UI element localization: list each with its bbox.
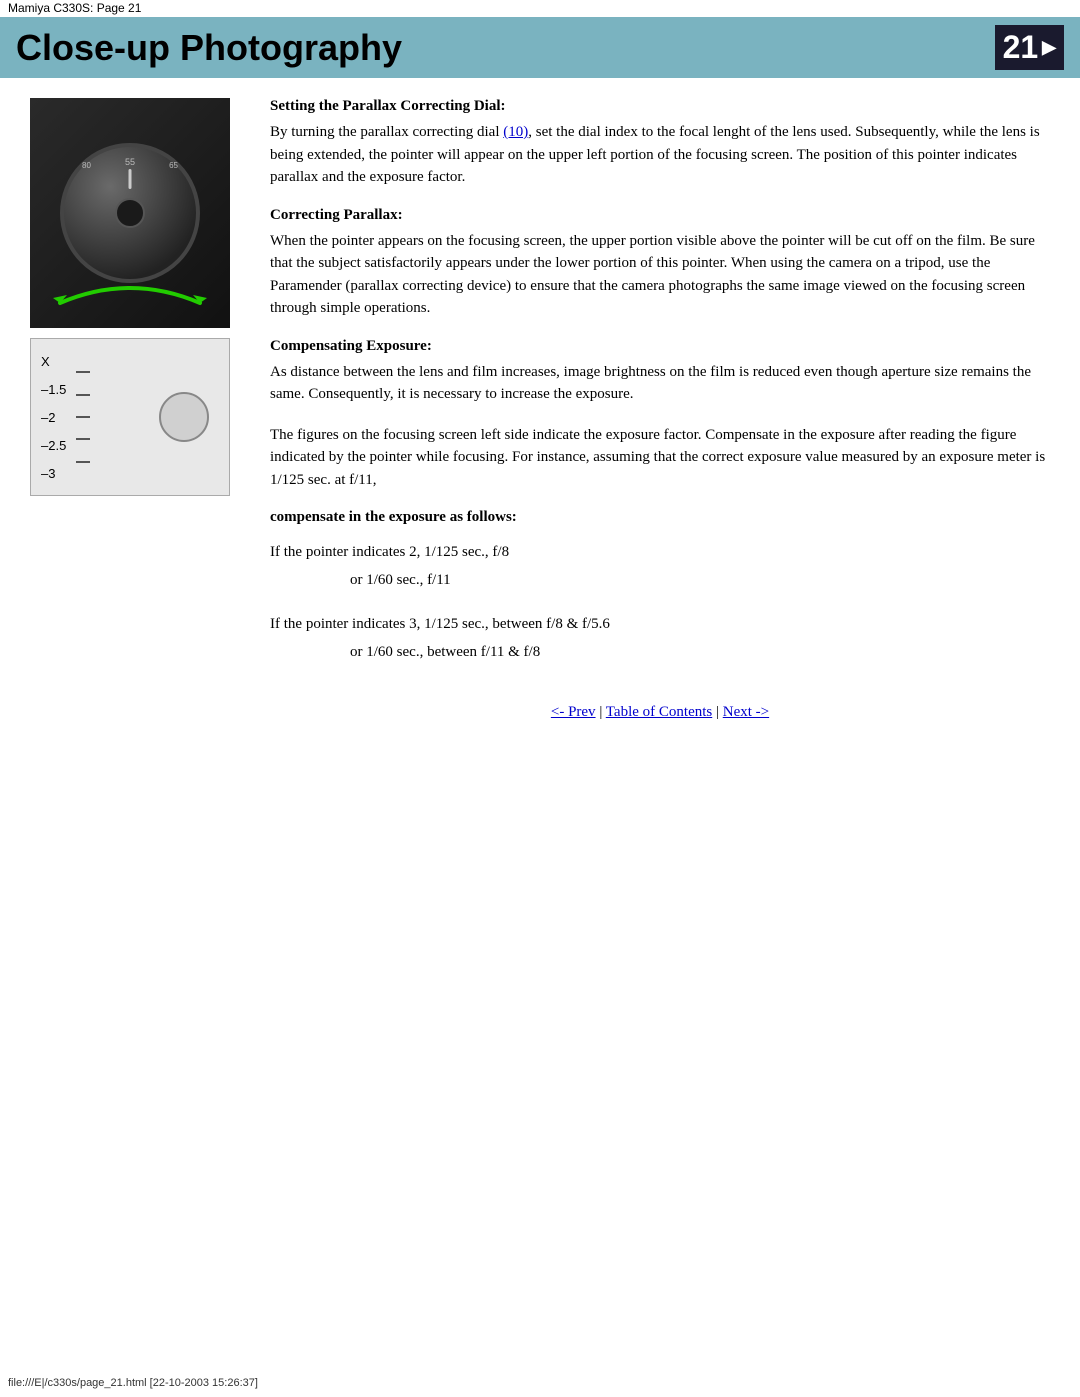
correcting-parallax-title: Correcting Parallax: [270, 207, 1050, 224]
compensating-exposure-title: Compensating Exposure: [270, 338, 1050, 355]
example2-line1: If the pointer indicates 3, 1/125 sec., … [270, 612, 1050, 636]
status-bar: file:///E|/c330s/page_21.html [22-10-200… [8, 1377, 258, 1389]
compensating-exposure-body1: As distance between the lens and film in… [270, 361, 1050, 406]
chart-label-3: –3 [41, 459, 66, 487]
page-number: 21 [1003, 29, 1039, 66]
navigation-bar: <- Prev | Table of Contents | Next -> [270, 704, 1050, 721]
page-number-box: 21 ▶ [995, 25, 1064, 70]
chart-label-2: –2 [41, 403, 66, 431]
right-column: Setting the Parallax Correcting Dial: By… [270, 98, 1050, 741]
example2-line2: or 1/60 sec., between f/11 & f/8 [350, 640, 1050, 664]
prev-link[interactable]: <- Prev [551, 704, 596, 720]
compensate-bold-line: compensate in the exposure as follows: [270, 509, 1050, 526]
chart-labels: X –1.5 –2 –2.5 –3 [41, 347, 66, 487]
parallax-dial-title: Setting the Parallax Correcting Dial: [270, 98, 1050, 115]
correcting-parallax-body: When the pointer appears on the focusing… [270, 230, 1050, 320]
page-arrow: ▶ [1042, 37, 1056, 58]
camera-dial-image: 55 65 80 80 · 65 [30, 98, 230, 328]
section-parallax-dial: Setting the Parallax Correcting Dial: By… [270, 98, 1050, 189]
chart-label-x: X [41, 347, 66, 375]
page-title: Close-up Photography [16, 27, 402, 69]
exposure-chart: X –1.5 –2 –2.5 –3 [30, 338, 230, 496]
dial-link[interactable]: (10) [503, 124, 528, 140]
compensating-exposure-body2: The figures on the focusing screen left … [270, 424, 1050, 492]
content-area: 55 65 80 80 · 65 [0, 98, 1080, 741]
example1-line1: If the pointer indicates 2, 1/125 sec., … [270, 540, 1050, 564]
title-bar: Mamiya C330S: Page 21 [0, 0, 1080, 17]
chart-label-1.5: –1.5 [41, 375, 66, 403]
section-compensating-exposure: Compensating Exposure: As distance betwe… [270, 338, 1050, 492]
chart-circle [159, 392, 209, 442]
page-header: Close-up Photography 21 ▶ [0, 17, 1080, 78]
parallax-dial-body: By turning the parallax correcting dial … [270, 121, 1050, 189]
exposure-examples: If the pointer indicates 2, 1/125 sec., … [270, 540, 1050, 664]
separator-2: | [716, 704, 723, 720]
toc-link[interactable]: Table of Contents [606, 704, 712, 720]
section-correcting-parallax: Correcting Parallax: When the pointer ap… [270, 207, 1050, 320]
next-link[interactable]: Next -> [723, 704, 769, 720]
example1-line2: or 1/60 sec., f/11 [350, 568, 1050, 592]
left-column: 55 65 80 80 · 65 [30, 98, 250, 741]
chart-label-2.5: –2.5 [41, 431, 66, 459]
